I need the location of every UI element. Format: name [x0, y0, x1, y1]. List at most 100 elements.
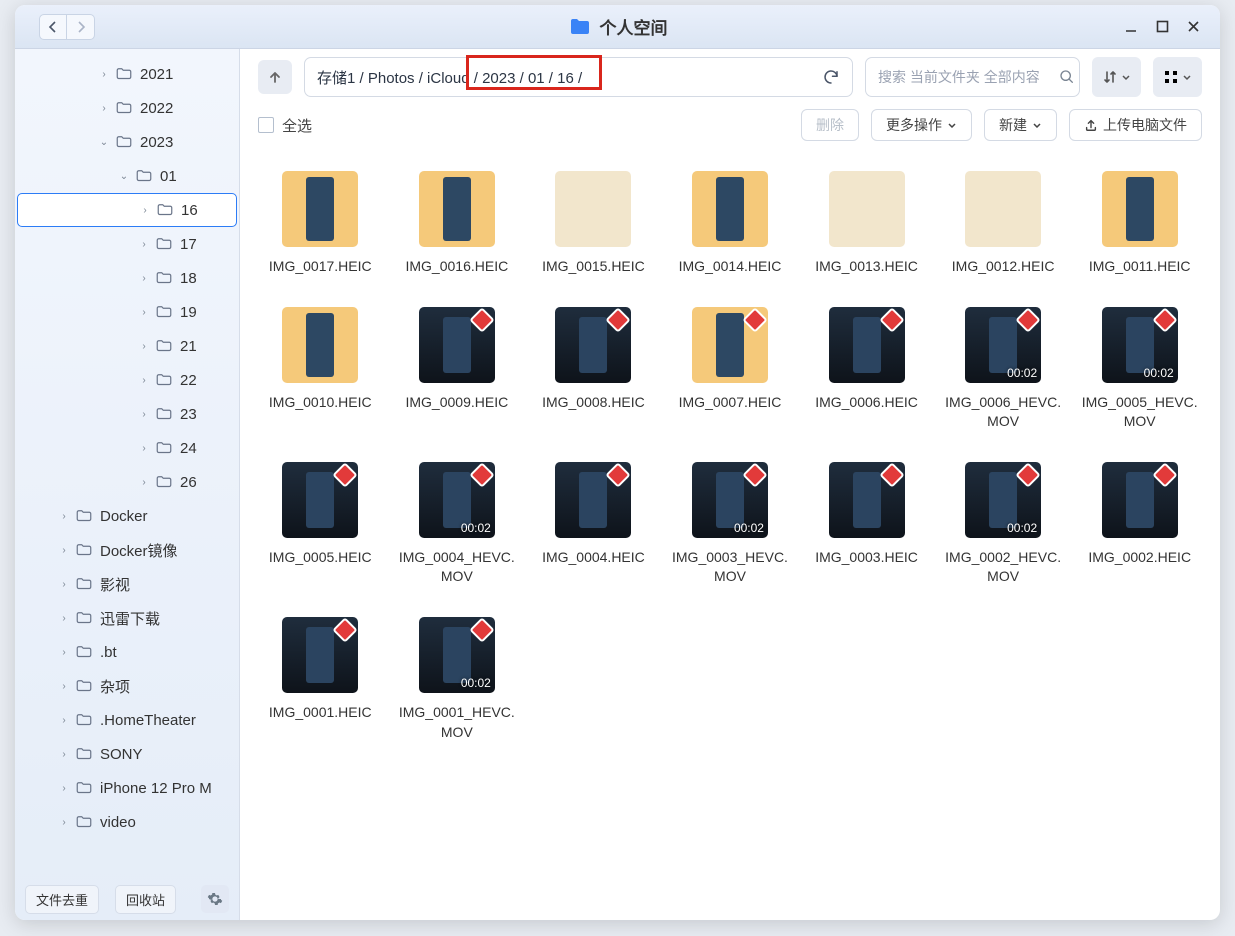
- expand-arrow-icon[interactable]: ›: [57, 749, 71, 760]
- search-box[interactable]: [865, 57, 1080, 97]
- forward-button[interactable]: [67, 14, 95, 40]
- tree-item-.HomeTheater[interactable]: ›.HomeTheater: [17, 703, 237, 737]
- tree-item-Docker[interactable]: ›Docker: [17, 499, 237, 533]
- up-button[interactable]: [258, 60, 292, 94]
- file-item[interactable]: IMG_0006.HEIC: [798, 307, 935, 432]
- new-button[interactable]: 新建: [984, 109, 1057, 141]
- folder-tree[interactable]: ›2021›2022⌄2023⌄01›16›17›18›19›21›22›23›…: [15, 49, 239, 878]
- tree-item-01[interactable]: ⌄01: [17, 159, 237, 193]
- sort-button[interactable]: [1092, 57, 1141, 97]
- file-item[interactable]: IMG_0001.HEIC: [252, 617, 389, 742]
- tree-item-iPhone 12 Pro M[interactable]: ›iPhone 12 Pro M: [17, 771, 237, 805]
- tree-item-26[interactable]: ›26: [17, 465, 237, 499]
- file-item[interactable]: IMG_0007.HEIC: [662, 307, 799, 432]
- settings-button[interactable]: [201, 885, 229, 913]
- file-name: IMG_0006_HEVC.MOV: [943, 393, 1063, 432]
- duration-label: 00:02: [1007, 366, 1037, 380]
- expand-arrow-icon[interactable]: ›: [57, 511, 71, 522]
- expand-arrow-icon[interactable]: ›: [137, 443, 151, 454]
- tree-item-.bt[interactable]: ›.bt: [17, 635, 237, 669]
- more-ops-button[interactable]: 更多操作: [871, 109, 972, 141]
- expand-arrow-icon[interactable]: ›: [137, 273, 151, 284]
- tree-item-2022[interactable]: ›2022: [17, 91, 237, 125]
- close-button[interactable]: [1187, 20, 1200, 34]
- tree-item-18[interactable]: ›18: [17, 261, 237, 295]
- expand-arrow-icon[interactable]: ›: [97, 69, 111, 80]
- expand-arrow-icon[interactable]: ›: [57, 613, 71, 624]
- tree-item-17[interactable]: ›17: [17, 227, 237, 261]
- select-all[interactable]: 全选: [258, 115, 312, 136]
- tree-item-影视[interactable]: ›影视: [17, 567, 237, 601]
- file-item[interactable]: IMG_0011.HEIC: [1071, 171, 1208, 277]
- view-button[interactable]: [1153, 57, 1202, 97]
- refresh-button[interactable]: [822, 68, 840, 86]
- expand-arrow-icon[interactable]: ›: [138, 205, 152, 216]
- thumbnail: [282, 462, 358, 538]
- delete-button[interactable]: 删除: [801, 109, 859, 141]
- expand-arrow-icon[interactable]: ›: [137, 477, 151, 488]
- tree-item-16[interactable]: ›16: [17, 193, 237, 227]
- file-item[interactable]: IMG_0008.HEIC: [525, 307, 662, 432]
- expand-arrow-icon[interactable]: ›: [57, 817, 71, 828]
- expand-arrow-icon[interactable]: ›: [137, 239, 151, 250]
- expand-arrow-icon[interactable]: ›: [57, 545, 71, 556]
- tree-label: video: [100, 814, 136, 831]
- thumbnail: [419, 307, 495, 383]
- file-item[interactable]: 00:02IMG_0003_HEVC.MOV: [662, 462, 799, 587]
- file-item[interactable]: IMG_0010.HEIC: [252, 307, 389, 432]
- path-box[interactable]: 存储1 / Photos / iCloud / 2023 / 01 / 16 /: [304, 57, 853, 97]
- expand-arrow-icon[interactable]: ›: [57, 783, 71, 794]
- search-input[interactable]: [878, 69, 1059, 85]
- tree-item-2021[interactable]: ›2021: [17, 57, 237, 91]
- badge-icon: [333, 462, 358, 487]
- tree-item-Docker镜像[interactable]: ›Docker镜像: [17, 533, 237, 567]
- file-item[interactable]: 00:02IMG_0004_HEVC.MOV: [389, 462, 526, 587]
- tree-item-24[interactable]: ›24: [17, 431, 237, 465]
- file-item[interactable]: IMG_0002.HEIC: [1071, 462, 1208, 587]
- back-button[interactable]: [39, 14, 67, 40]
- tree-item-SONY[interactable]: ›SONY: [17, 737, 237, 771]
- file-item[interactable]: 00:02IMG_0002_HEVC.MOV: [935, 462, 1072, 587]
- tree-item-video[interactable]: › video: [17, 805, 237, 839]
- upload-button[interactable]: 上传电脑文件: [1069, 109, 1202, 141]
- expand-arrow-icon[interactable]: ›: [137, 341, 151, 352]
- expand-arrow-icon[interactable]: ›: [57, 579, 71, 590]
- expand-arrow-icon[interactable]: ›: [97, 103, 111, 114]
- checkbox[interactable]: [258, 117, 274, 133]
- recycle-button[interactable]: 回收站: [115, 885, 176, 914]
- file-item[interactable]: 00:02IMG_0001_HEVC.MOV: [389, 617, 526, 742]
- file-item[interactable]: IMG_0005.HEIC: [252, 462, 389, 587]
- tree-item-21[interactable]: ›21: [17, 329, 237, 363]
- file-item[interactable]: IMG_0004.HEIC: [525, 462, 662, 587]
- dedupe-button[interactable]: 文件去重: [25, 885, 99, 914]
- expand-arrow-icon[interactable]: ›: [57, 681, 71, 692]
- file-item[interactable]: IMG_0014.HEIC: [662, 171, 799, 277]
- file-item[interactable]: IMG_0017.HEIC: [252, 171, 389, 277]
- expand-arrow-icon[interactable]: ›: [137, 375, 151, 386]
- tree-item-22[interactable]: ›22: [17, 363, 237, 397]
- expand-arrow-icon[interactable]: ›: [57, 647, 71, 658]
- file-item[interactable]: IMG_0009.HEIC: [389, 307, 526, 432]
- maximize-button[interactable]: [1156, 20, 1169, 34]
- expand-arrow-icon[interactable]: ⌄: [117, 171, 131, 182]
- tree-item-23[interactable]: ›23: [17, 397, 237, 431]
- expand-arrow-icon[interactable]: ›: [57, 715, 71, 726]
- tree-item-杂项[interactable]: ›杂项: [17, 669, 237, 703]
- expand-arrow-icon[interactable]: ›: [137, 307, 151, 318]
- file-item[interactable]: IMG_0013.HEIC: [798, 171, 935, 277]
- tree-item-19[interactable]: ›19: [17, 295, 237, 329]
- tree-item-迅雷下载[interactable]: ›迅雷下载: [17, 601, 237, 635]
- expand-arrow-icon[interactable]: ⌄: [97, 137, 111, 148]
- sidebar-footer: 文件去重 回收站: [15, 878, 239, 920]
- thumbnail: [829, 307, 905, 383]
- file-grid[interactable]: IMG_0017.HEICIMG_0016.HEICIMG_0015.HEICI…: [240, 145, 1220, 920]
- minimize-button[interactable]: [1124, 20, 1138, 34]
- file-item[interactable]: IMG_0015.HEIC: [525, 171, 662, 277]
- file-item[interactable]: IMG_0012.HEIC: [935, 171, 1072, 277]
- file-item[interactable]: IMG_0003.HEIC: [798, 462, 935, 587]
- file-item[interactable]: 00:02 IMG_0006_HEVC.MOV: [935, 307, 1072, 432]
- tree-item-2023[interactable]: ⌄2023: [17, 125, 237, 159]
- expand-arrow-icon[interactable]: ›: [137, 409, 151, 420]
- file-item[interactable]: 00:02IMG_0005_HEVC.MOV: [1071, 307, 1208, 432]
- file-item[interactable]: IMG_0016.HEIC: [389, 171, 526, 277]
